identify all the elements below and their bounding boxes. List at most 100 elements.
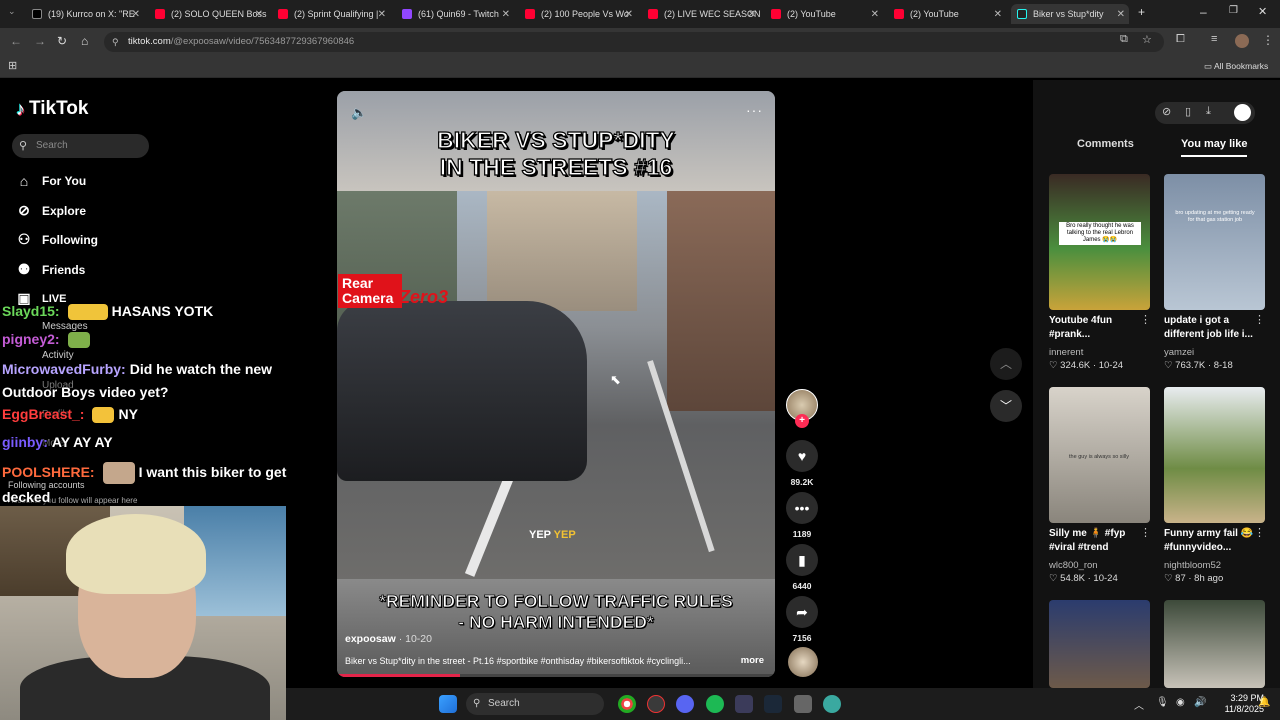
- browser-tab[interactable]: (19) Kurrco on X: "RE ✕: [26, 4, 144, 24]
- tray-chevron-icon[interactable]: ︿: [1134, 697, 1144, 712]
- close-icon[interactable]: ✕: [1117, 9, 1125, 20]
- nav-explore[interactable]: ⊘ Explore: [16, 202, 86, 219]
- more-options-icon[interactable]: ···: [746, 102, 763, 118]
- tab-search-icon[interactable]: ⌄: [8, 6, 16, 17]
- app-icon[interactable]: [735, 695, 753, 713]
- next-video-button[interactable]: ﹀: [990, 390, 1022, 422]
- browser-tab[interactable]: (2) Sprint Qualifying | ✕: [272, 4, 390, 24]
- close-icon[interactable]: ✕: [748, 9, 756, 20]
- spotify-icon[interactable]: [706, 695, 724, 713]
- video-author[interactable]: expoosaw · 10-20: [345, 633, 432, 645]
- browser-tab[interactable]: (2) LIVE WEC SEASON ✕: [642, 4, 760, 24]
- menu-icon[interactable]: ⋮: [1262, 33, 1274, 47]
- tiktok-logo[interactable]: ♪ TikTok: [16, 98, 88, 120]
- close-icon[interactable]: ✕: [502, 9, 510, 20]
- video-thumbnail[interactable]: [1164, 387, 1265, 523]
- nav-for-you[interactable]: ⌂ For You: [16, 173, 86, 189]
- close-icon[interactable]: ✕: [255, 9, 263, 20]
- new-tab-icon[interactable]: +: [1138, 5, 1145, 19]
- comment-icon[interactable]: •••: [786, 492, 818, 524]
- video-progress-bar[interactable]: [337, 674, 775, 677]
- tab-you-may-like[interactable]: You may like: [1181, 138, 1248, 157]
- forward-icon[interactable]: →: [34, 34, 46, 48]
- windows-start-icon[interactable]: [439, 695, 457, 713]
- card-menu-icon[interactable]: ⋮: [1140, 526, 1151, 539]
- reload-icon[interactable]: ↻: [57, 34, 67, 48]
- nav-following[interactable]: ⚇ Following: [16, 231, 98, 248]
- url-input[interactable]: ⚲ tiktok.com/@expoosaw/video/75634877293…: [104, 32, 1164, 52]
- like-action[interactable]: ♥ 89.2K: [786, 440, 818, 487]
- apps-grid-icon[interactable]: ⊞: [8, 59, 17, 72]
- compass-icon[interactable]: ⊘: [1162, 105, 1171, 118]
- card-menu-icon[interactable]: ⋮: [1254, 313, 1265, 326]
- nav-friends[interactable]: ⚉ Friends: [16, 261, 86, 278]
- previous-video-button[interactable]: ︿: [990, 348, 1022, 380]
- home-icon[interactable]: ⌂: [81, 34, 88, 48]
- taskbar-search[interactable]: ⚲ Search: [466, 693, 604, 715]
- wifi-icon[interactable]: ◉: [1176, 697, 1185, 708]
- obs-icon[interactable]: [647, 695, 665, 713]
- comment-action[interactable]: ••• 1189: [786, 492, 818, 539]
- browser-tab[interactable]: (2) SOLO QUEEN Boss ✕: [149, 4, 267, 24]
- extensions-icon[interactable]: ⧠: [1176, 33, 1185, 46]
- microphone-icon[interactable]: 🎙: [1156, 697, 1169, 708]
- mobile-icon[interactable]: ▯: [1185, 105, 1191, 118]
- close-icon[interactable]: ✕: [994, 9, 1002, 20]
- close-icon[interactable]: ✕: [132, 9, 140, 20]
- close-icon[interactable]: ✕: [871, 9, 879, 20]
- browser-tab[interactable]: (2) YouTube ✕: [765, 4, 883, 24]
- card-title[interactable]: Youtube 4fun #prank...: [1049, 314, 1149, 342]
- heart-icon[interactable]: ♥: [786, 440, 818, 472]
- media-icon[interactable]: ≡: [1211, 33, 1217, 45]
- minimize-icon[interactable]: –: [1200, 5, 1207, 19]
- chrome-icon[interactable]: [618, 695, 636, 713]
- video-player[interactable]: 🔈 ··· BIKER VS STUP*DITY IN THE STREETS …: [337, 91, 775, 677]
- speaker-icon[interactable]: 🔊: [1194, 697, 1206, 708]
- share-action[interactable]: ➦ 7156: [786, 596, 818, 643]
- back-icon[interactable]: ←: [10, 34, 22, 48]
- browser-tab[interactable]: (61) Quin69 - Twitch ✕: [396, 4, 514, 24]
- card-menu-icon[interactable]: ⋮: [1140, 313, 1151, 326]
- card-title[interactable]: Funny army fail 😂 #funnyvideo...: [1164, 527, 1264, 555]
- profile-avatar[interactable]: [1235, 34, 1249, 48]
- restore-icon[interactable]: ❐: [1229, 5, 1238, 16]
- volume-icon[interactable]: 🔈: [351, 105, 367, 121]
- discord-icon[interactable]: [676, 695, 694, 713]
- tiktok-search-input[interactable]: ⚲ Search: [12, 134, 149, 158]
- video-thumbnail[interactable]: the guy is always so silly: [1049, 387, 1150, 523]
- video-thumbnail[interactable]: bro updating at me getting ready for tha…: [1164, 174, 1265, 310]
- share-icon[interactable]: ➦: [786, 596, 818, 628]
- card-title[interactable]: Silly me 🧍 #fyp #viral #trend: [1049, 527, 1149, 555]
- card-author[interactable]: yamzei: [1164, 347, 1194, 358]
- window-close-icon[interactable]: ✕: [1258, 5, 1267, 18]
- tab-comments[interactable]: Comments: [1077, 138, 1134, 150]
- bookmark-star-icon[interactable]: ☆: [1142, 33, 1152, 46]
- close-icon[interactable]: ✕: [625, 9, 633, 20]
- card-title[interactable]: update i got a different job life i...: [1164, 314, 1264, 342]
- video-thumbnail[interactable]: [1049, 600, 1150, 688]
- video-thumbnail[interactable]: Bro really thought he was talking to the…: [1049, 174, 1150, 310]
- browser-tab[interactable]: (2) 100 People Vs Wo ✕: [519, 4, 637, 24]
- all-bookmarks-link[interactable]: ▭ All Bookmarks: [1204, 61, 1268, 72]
- card-menu-icon[interactable]: ⋮: [1254, 526, 1265, 539]
- save-action[interactable]: ▮ 6440: [786, 544, 818, 591]
- follow-plus-icon[interactable]: +: [795, 414, 809, 428]
- calculator-icon[interactable]: [794, 695, 812, 713]
- bookmark-icon[interactable]: ▮: [786, 544, 818, 576]
- site-info-icon[interactable]: ⚲: [112, 32, 119, 52]
- network-app-icon[interactable]: [823, 695, 841, 713]
- theme-toggle[interactable]: [1234, 104, 1251, 121]
- download-icon[interactable]: ⤓: [1206, 105, 1211, 118]
- close-icon[interactable]: ✕: [378, 9, 386, 20]
- notifications-icon[interactable]: 🔔: [1258, 697, 1270, 708]
- music-disc-icon[interactable]: [788, 647, 818, 677]
- browser-tab[interactable]: (2) YouTube ✕: [888, 4, 1006, 24]
- card-author[interactable]: nightbloom52: [1164, 560, 1221, 571]
- steam-icon[interactable]: [764, 695, 782, 713]
- card-author[interactable]: wlc800_ron: [1049, 560, 1098, 571]
- video-thumbnail[interactable]: [1164, 600, 1265, 688]
- install-icon[interactable]: ⧉: [1120, 33, 1128, 46]
- card-author[interactable]: innerent: [1049, 347, 1083, 358]
- browser-tab-active[interactable]: Biker vs Stup*dity ✕: [1011, 4, 1129, 24]
- caption-more-link[interactable]: more: [741, 655, 764, 666]
